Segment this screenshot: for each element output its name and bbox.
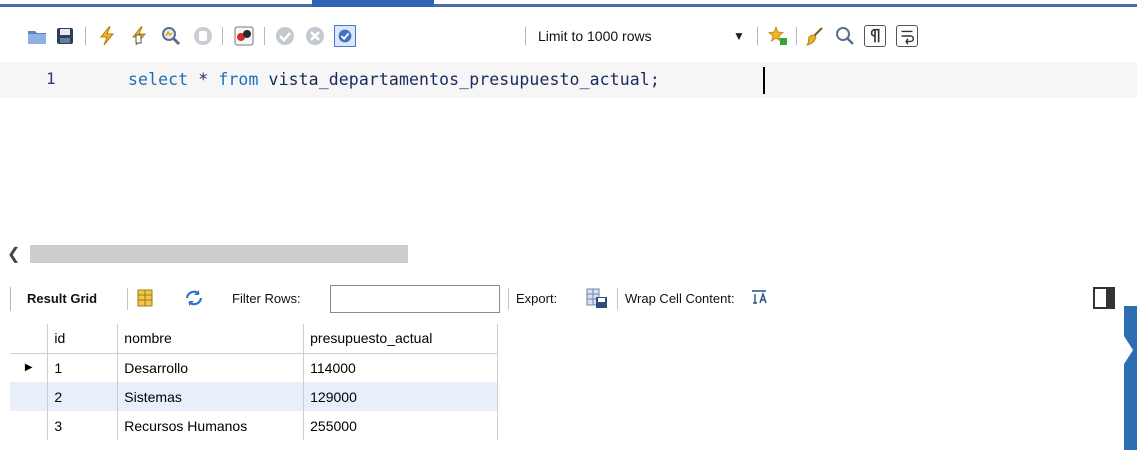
toolbar-separator xyxy=(85,27,86,45)
stop-icon[interactable] xyxy=(192,25,214,47)
line-number: 1 xyxy=(46,69,56,88)
cell-nombre[interactable]: Desarrollo xyxy=(117,353,305,382)
table-row[interactable]: ▶ 1 Desarrollo 114000 xyxy=(10,353,498,382)
rollback-icon[interactable] xyxy=(304,25,326,47)
save-icon[interactable] xyxy=(54,25,76,47)
keyword-select: select xyxy=(128,70,189,89)
limit-rows-select[interactable]: Limit to 1000 rows ▼ xyxy=(533,24,748,48)
toolbar-separator xyxy=(617,288,618,310)
cell-id[interactable]: 1 xyxy=(47,353,119,382)
sql-editor-toolbar: Limit to 1000 rows ▼ xyxy=(0,16,1137,54)
select-star: * xyxy=(198,70,209,89)
toolbar-separator xyxy=(508,288,509,310)
row-marker xyxy=(10,411,49,440)
filter-rows-input[interactable] xyxy=(330,285,500,313)
scrollbar-thumb[interactable] xyxy=(30,245,408,263)
grid-layout-icon[interactable] xyxy=(137,289,153,310)
wrap-cell-content-label: Wrap Cell Content: xyxy=(625,291,735,306)
toolbar-separator xyxy=(757,27,758,45)
cell-presupuesto-actual[interactable]: 129000 xyxy=(303,382,498,411)
cell-id[interactable]: 2 xyxy=(47,382,119,411)
side-panel-notch xyxy=(1124,336,1133,364)
top-accent xyxy=(0,0,1137,8)
grid-header-row: id nombre presupuesto_actual xyxy=(10,324,498,354)
row-marker xyxy=(10,382,49,411)
table-row[interactable]: 2 Sistemas 129000 xyxy=(10,382,498,411)
explain-icon[interactable] xyxy=(160,25,182,47)
toolbar-separator xyxy=(796,27,797,45)
invisible-chars-icon[interactable] xyxy=(864,25,886,47)
toolbar-separator xyxy=(525,27,526,45)
cell-nombre[interactable]: Sistemas xyxy=(117,382,305,411)
top-accent-line xyxy=(0,4,1137,7)
export-icon[interactable] xyxy=(586,287,608,312)
find-icon[interactable] xyxy=(834,25,856,47)
side-panel-tab[interactable] xyxy=(1124,306,1137,450)
execute-icon[interactable] xyxy=(96,25,118,47)
table-row[interactable]: 3 Recursos Humanos 255000 xyxy=(10,411,498,440)
column-header-presupuesto-actual[interactable]: presupuesto_actual xyxy=(303,324,498,354)
cell-id[interactable]: 3 xyxy=(47,411,119,440)
toolbar-edge xyxy=(10,287,11,311)
sql-editor[interactable]: 1 select * from vista_departamentos_pres… xyxy=(0,62,1137,232)
limit-rows-label: Limit to 1000 rows xyxy=(538,28,652,44)
refresh-icon[interactable] xyxy=(184,289,204,310)
toolbar-separator xyxy=(222,27,223,45)
wrap-cell-content-icon[interactable] xyxy=(750,289,768,308)
sql-statement[interactable]: select * from vista_departamentos_presup… xyxy=(128,70,660,89)
column-header-id[interactable]: id xyxy=(47,324,119,354)
chevron-down-icon[interactable]: ▼ xyxy=(733,29,745,43)
broom-icon[interactable] xyxy=(805,25,827,47)
view-name: vista_departamentos_presupuesto_actual xyxy=(268,70,650,89)
execute-current-icon[interactable] xyxy=(128,25,150,47)
toggle-side-panel-icon[interactable] xyxy=(1093,287,1115,309)
filter-rows-label: Filter Rows: xyxy=(232,291,301,306)
cell-nombre[interactable]: Recursos Humanos xyxy=(117,411,305,440)
toolbar-separator xyxy=(264,27,265,45)
beautify-icon[interactable] xyxy=(767,25,789,47)
word-wrap-icon[interactable] xyxy=(896,25,918,47)
text-caret xyxy=(763,67,765,94)
chevron-left-icon[interactable]: ❮ xyxy=(7,244,20,264)
result-grid: id nombre presupuesto_actual ▶ 1 Desarro… xyxy=(10,324,498,440)
statement-terminator: ; xyxy=(649,70,660,89)
toolbar-separator xyxy=(127,288,128,310)
result-toolbar: Result Grid Filter Rows: Export: Wrap Ce… xyxy=(0,282,1137,316)
active-tab-indicator xyxy=(312,0,434,7)
open-folder-icon[interactable] xyxy=(26,25,48,47)
column-header-nombre[interactable]: nombre xyxy=(117,324,305,354)
cell-presupuesto-actual[interactable]: 255000 xyxy=(303,411,498,440)
commit-icon[interactable] xyxy=(274,25,296,47)
cell-presupuesto-actual[interactable]: 114000 xyxy=(303,353,498,382)
toggle-stop-on-error-icon[interactable] xyxy=(233,25,255,47)
horizontal-scrollbar[interactable]: ❮ xyxy=(0,240,1137,268)
export-label: Export: xyxy=(516,291,558,306)
keyword-from: from xyxy=(218,70,259,89)
result-grid-tab[interactable]: Result Grid xyxy=(27,291,97,306)
row-marker-header xyxy=(10,324,49,354)
autocommit-icon[interactable] xyxy=(334,25,356,47)
current-row-icon: ▶ xyxy=(10,353,49,382)
